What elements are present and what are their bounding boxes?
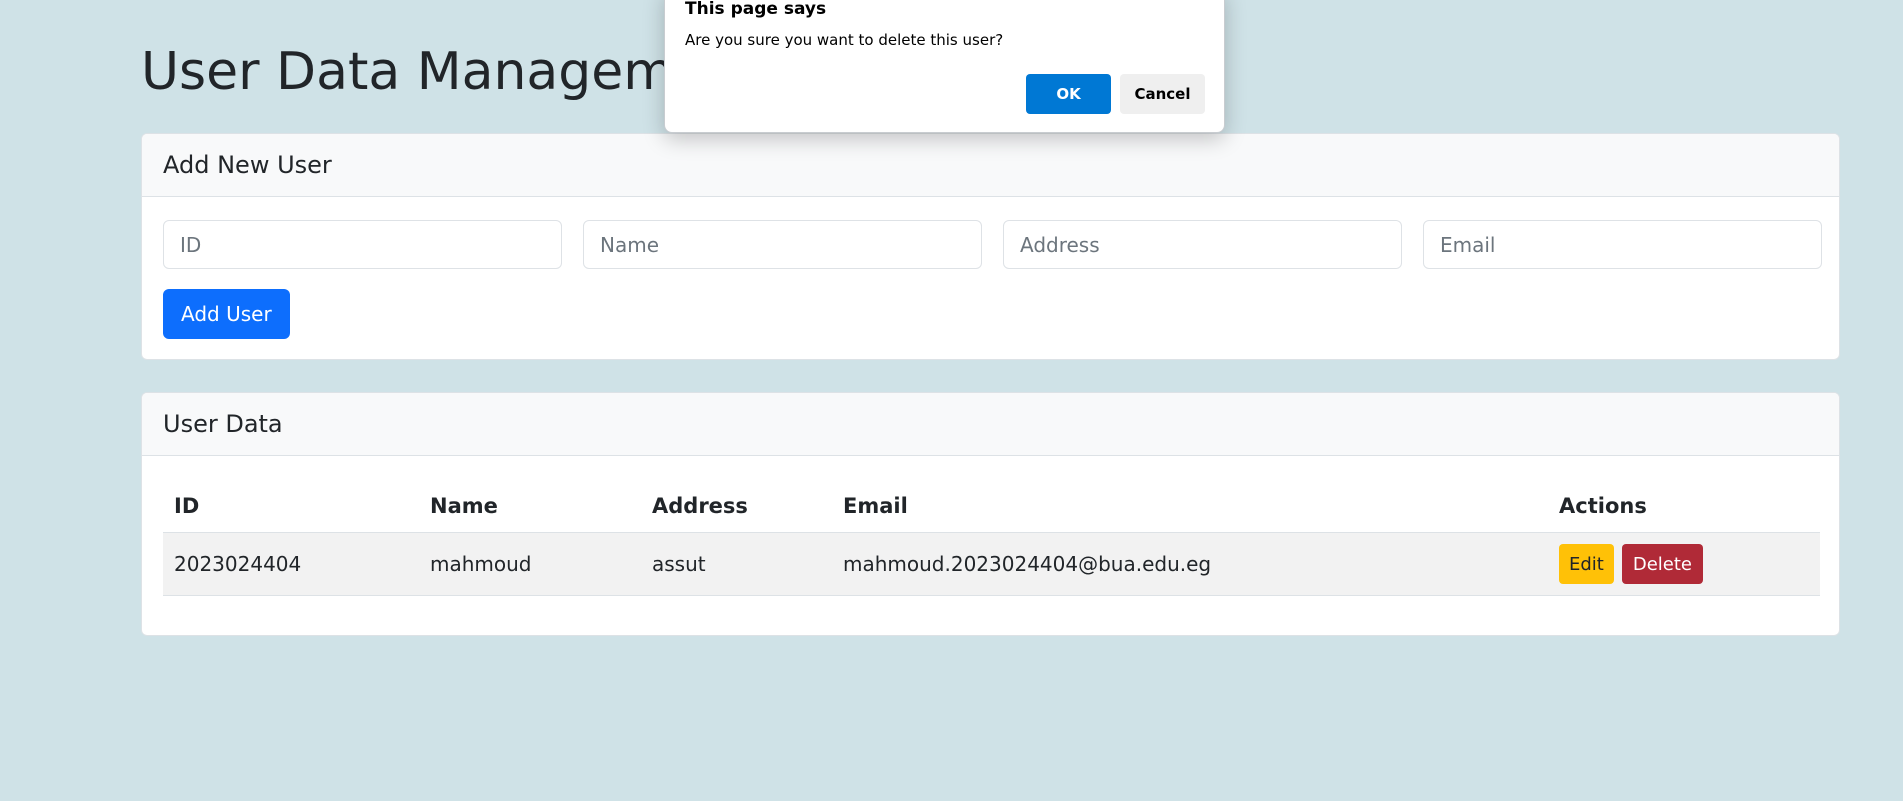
delete-button[interactable]: Delete [1621,544,1704,584]
cell-actions: Edit Delete [1548,532,1820,596]
cell-address: assut [641,532,832,596]
user-table: ID Name Address Email Actions 2023024404… [163,479,1820,596]
column-header-name: Name [419,479,641,533]
edit-button[interactable]: Edit [1559,544,1614,584]
add-user-form [163,220,1822,269]
dialog-title: This page says [685,0,827,19]
cell-name: mahmoud [419,532,641,596]
id-input[interactable] [163,220,562,269]
add-user-button[interactable]: Add User [163,289,290,339]
column-header-email: Email [832,479,1548,533]
table-row: 2023024404 mahmoud assut mahmoud.2023024… [163,532,1820,596]
add-user-card: Add New User Add User [141,133,1840,360]
column-header-address: Address [641,479,832,533]
table-header-row: ID Name Address Email Actions [163,479,1820,533]
dialog-cancel-button[interactable]: Cancel [1120,74,1205,114]
dialog-ok-button[interactable]: OK [1026,74,1111,114]
user-data-card-header: User Data [142,393,1839,456]
email-input[interactable] [1423,220,1822,269]
user-data-card: User Data ID Name Address Email Actions … [141,392,1840,636]
confirm-dialog: This page says Are you sure you want to … [664,0,1225,133]
name-input[interactable] [583,220,982,269]
cell-id: 2023024404 [163,532,419,596]
address-input[interactable] [1003,220,1402,269]
cell-email: mahmoud.2023024404@bua.edu.eg [832,532,1548,596]
column-header-actions: Actions [1548,479,1820,533]
add-user-card-header: Add New User [142,134,1839,197]
dialog-message: Are you sure you want to delete this use… [685,31,1004,49]
column-header-id: ID [163,479,419,533]
